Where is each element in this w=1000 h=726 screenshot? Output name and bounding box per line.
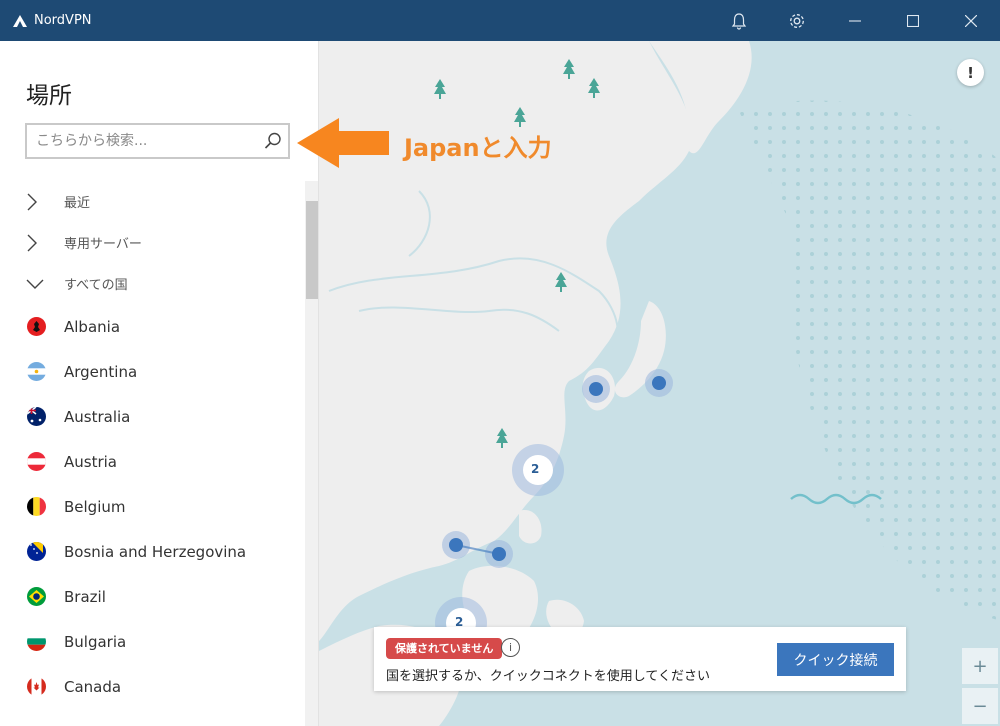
- annotation-text: Japanと入力: [404, 134, 552, 162]
- info-icon[interactable]: i: [501, 638, 520, 657]
- chevron-right-icon: [0, 193, 64, 211]
- status-message: 国を選択するか、クイックコネクトを使用してください: [386, 669, 710, 684]
- albania-flag-icon: [27, 317, 46, 336]
- argentina-flag-icon: [27, 362, 46, 381]
- bell-icon[interactable]: [710, 0, 768, 41]
- bosnia-flag-icon: [27, 542, 46, 561]
- country-name: Austria: [64, 452, 117, 471]
- country-item-austria[interactable]: Austria: [0, 439, 305, 484]
- bulgaria-flag-icon: [27, 632, 46, 651]
- status-badge: 保護されていません: [386, 638, 503, 659]
- country-name: Bulgaria: [64, 632, 127, 651]
- country-item-bulgaria[interactable]: Bulgaria: [0, 619, 305, 664]
- country-item-belgium[interactable]: Belgium: [0, 484, 305, 529]
- gear-icon[interactable]: [768, 0, 826, 41]
- search-input[interactable]: [27, 125, 258, 157]
- search-icon[interactable]: [258, 126, 288, 156]
- maximize-icon[interactable]: [884, 0, 942, 41]
- nordvpn-logo-icon: [13, 14, 27, 27]
- category-all-countries[interactable]: すべての国: [0, 263, 305, 304]
- country-name: Argentina: [64, 362, 138, 381]
- minimize-icon[interactable]: [826, 0, 884, 41]
- locations-sidebar: 場所 最近 専用サーバー すべての国 Albania Argentina: [0, 41, 319, 726]
- connection-status-panel: 保護されていません i 国を選択するか、クイックコネクトを使用してください クイ…: [374, 627, 906, 691]
- country-item-canada[interactable]: Canada: [0, 664, 305, 709]
- category-label: 最近: [64, 196, 91, 211]
- chevron-right-icon: [0, 234, 64, 252]
- category-label: 専用サーバー: [64, 237, 142, 252]
- info-button[interactable]: !: [957, 59, 984, 86]
- country-item-brazil[interactable]: Brazil: [0, 574, 305, 619]
- belgium-flag-icon: [27, 497, 46, 516]
- scrollbar-thumb[interactable]: [306, 201, 318, 299]
- country-name: Australia: [64, 407, 131, 426]
- zoom-out-button[interactable]: −: [962, 688, 998, 724]
- country-name: Belgium: [64, 497, 126, 516]
- canada-flag-icon: [27, 677, 46, 696]
- title-bar: NordVPN: [0, 0, 1000, 41]
- quick-connect-button[interactable]: クイック接続: [777, 643, 894, 676]
- australia-flag-icon: [27, 407, 46, 426]
- close-icon[interactable]: [942, 0, 1000, 41]
- search-box[interactable]: [25, 123, 290, 159]
- zoom-in-button[interactable]: +: [962, 648, 998, 684]
- country-name: Canada: [64, 677, 122, 696]
- category-label: すべての国: [64, 278, 128, 293]
- sidebar-heading: 場所: [26, 83, 72, 109]
- annotation-arrow-icon: [297, 118, 389, 168]
- country-name: Brazil: [64, 587, 106, 606]
- country-item-australia[interactable]: Australia: [0, 394, 305, 439]
- category-dedicated-server[interactable]: 専用サーバー: [0, 222, 305, 263]
- country-item-bosnia[interactable]: Bosnia and Herzegovina: [0, 529, 305, 574]
- brazil-flag-icon: [27, 587, 46, 606]
- country-item-albania[interactable]: Albania: [0, 304, 305, 349]
- app-title: NordVPN: [34, 13, 92, 28]
- server-cluster-count[interactable]: 2: [531, 462, 539, 476]
- location-list: 最近 専用サーバー すべての国 Albania Argentina Austra…: [0, 181, 305, 709]
- country-name: Albania: [64, 317, 121, 336]
- austria-flag-icon: [27, 452, 46, 471]
- country-name: Bosnia and Herzegovina: [64, 542, 247, 561]
- country-item-argentina[interactable]: Argentina: [0, 349, 305, 394]
- chevron-down-icon: [0, 278, 64, 290]
- category-recent[interactable]: 最近: [0, 181, 305, 222]
